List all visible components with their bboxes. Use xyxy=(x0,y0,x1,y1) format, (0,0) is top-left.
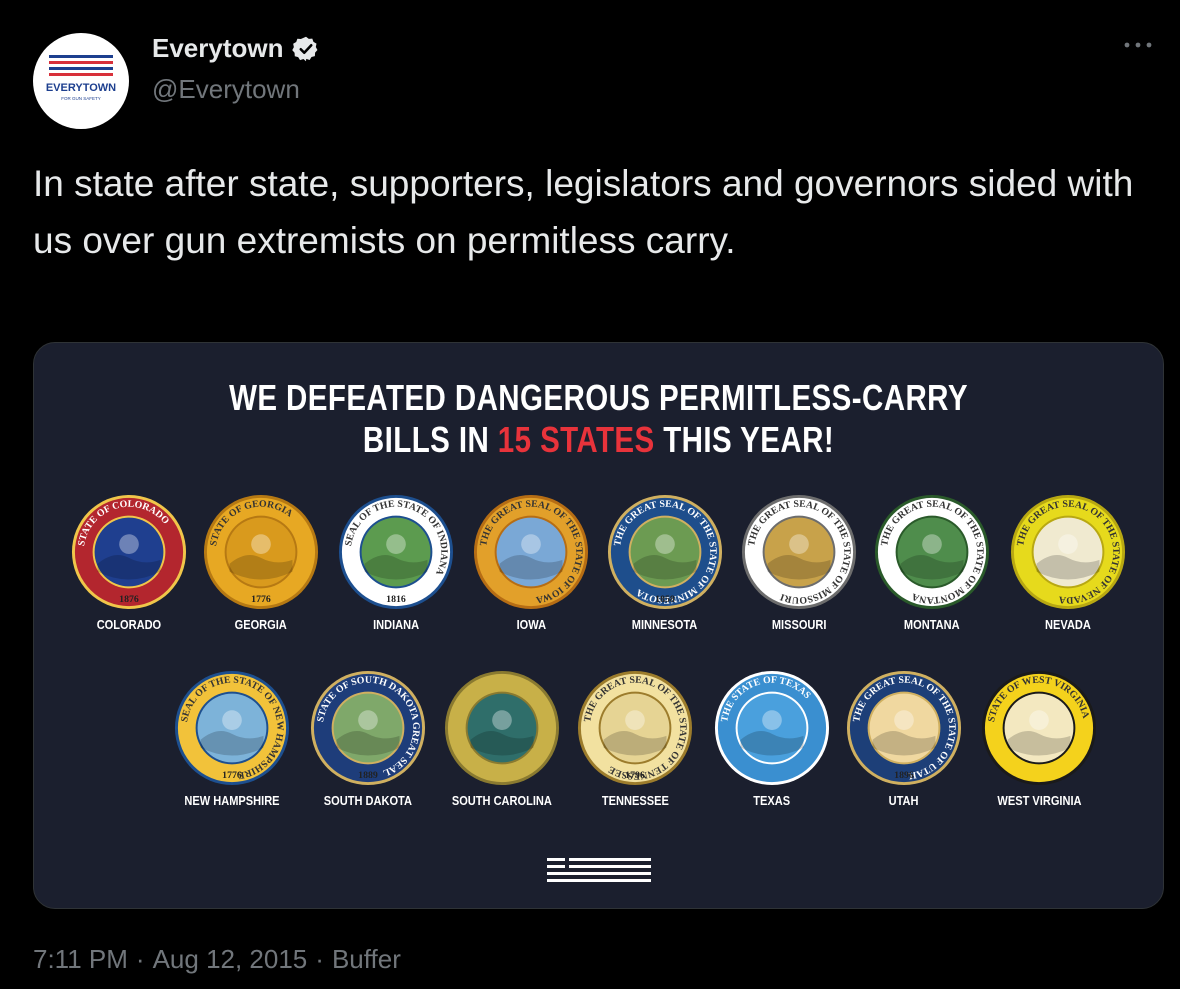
seal-icon: THE GREAT SEAL OF THE STATE OF NEVADA xyxy=(1010,494,1126,610)
seal-year: 1858 xyxy=(655,594,675,605)
seal-icon: STATE OF COLORADO1876 xyxy=(71,494,187,610)
author-handle[interactable]: @Everytown xyxy=(152,74,300,105)
seal-label: MISSOURI xyxy=(771,617,827,632)
seal-label: GEORGIA xyxy=(234,617,288,632)
more-options-icon xyxy=(1124,42,1152,48)
tweet-media-image[interactable]: WE DEFEATED DANGEROUS PERMITLESS-CARRY B… xyxy=(33,342,1164,909)
tweet-source[interactable]: Buffer xyxy=(332,944,401,975)
state-seal-tennessee: THE GREAT SEAL OF THE STATE OF TENNESSEE… xyxy=(575,669,695,808)
state-seal-south-dakota: STATE OF SOUTH DAKOTA GREAT SEAL 1889 SOUT… xyxy=(308,669,428,808)
seal-label: SOUTH CAROLINA xyxy=(451,793,553,808)
seal-label: COLORADO xyxy=(96,617,162,632)
seal-label: NEW HAMPSHIRE xyxy=(184,793,280,808)
seal-icon: THE STATE OF TEXAS xyxy=(714,670,830,786)
state-seal-utah: THE GREAT SEAL OF THE STATE OF UTAH 1896 U… xyxy=(844,669,964,808)
state-seal-georgia: STATE OF GEORGIA 1776 GEORGIA xyxy=(201,493,321,632)
seal-label: TENNESSEE xyxy=(601,793,669,808)
avatar-tagline: FOR GUN SAFETY xyxy=(61,96,101,101)
seal-icon: SEAL OF THE STATE OF NEW HAMPSHIRE1776 xyxy=(174,670,290,786)
everytown-logo: EVERYTOWN FOR GUN SAFETY xyxy=(46,55,116,101)
seal-year: 1889 xyxy=(358,770,378,781)
seal-icon: STATE OF GEORGIA1776 xyxy=(203,494,319,610)
seal-icon: THE GREAT SEAL OF THE STATE OF TENNESSEE… xyxy=(577,670,693,786)
media-headline-line2: BILLS IN 15 STATES THIS YEAR! xyxy=(136,419,1062,461)
verified-badge-icon xyxy=(291,36,317,61)
tweet-metadata: 7:11 PM · Aug 12, 2015 · Buffer xyxy=(33,944,401,975)
headline-prefix: BILLS IN xyxy=(362,419,498,460)
separator: · xyxy=(315,944,324,974)
state-seal-colorado: STATE OF COLORADO 1876 COLORADO xyxy=(69,493,189,632)
seal-label: MINNESOTA xyxy=(632,617,698,632)
state-seal-indiana: SEAL OF THE STATE OF INDIANA 1816 INDIANA xyxy=(336,493,456,632)
state-seal-iowa: THE GREAT SEAL OF THE STATE OF IOWA IOWA xyxy=(471,493,591,632)
seal-label: IOWA xyxy=(516,617,546,632)
seal-icon: THE GREAT SEAL OF THE STATE OF MONTANA xyxy=(874,494,990,610)
seal-icon: THE GREAT SEAL OF THE STATE OF IOWA xyxy=(473,494,589,610)
state-seal-south-carolina: SOUTH CAROLINA xyxy=(442,669,562,808)
author-name-label: Everytown xyxy=(152,33,284,63)
state-seal-missouri: THE GREAT SEAL OF THE STATE OF MISSOURI M… xyxy=(739,493,859,632)
media-headline-line1: WE DEFEATED DANGEROUS PERMITLESS-CARRY xyxy=(229,377,968,418)
seal-icon: SEAL OF THE STATE OF INDIANA1816 xyxy=(338,494,454,610)
state-seal-texas: THE STATE OF TEXAS TEXAS xyxy=(712,669,832,808)
seal-year: 1876 xyxy=(119,594,139,605)
seal-icon: THE GREAT SEAL OF THE STATE OF MISSOURI xyxy=(741,494,857,610)
avatar-wordmark: EVERYTOWN xyxy=(46,82,116,94)
headline-suffix: THIS YEAR! xyxy=(654,419,835,460)
tweet-date[interactable]: Aug 12, 2015 xyxy=(153,944,308,975)
seal-label: TEXAS xyxy=(753,793,791,808)
state-seal-west-virginia: STATE OF WEST VIRGINIA WEST VIRGINIA xyxy=(979,669,1099,808)
more-options-button[interactable] xyxy=(1118,30,1158,60)
seal-label: INDIANA xyxy=(372,617,420,632)
seal-label: MONTANA xyxy=(904,617,960,632)
avatar[interactable]: EVERYTOWN FOR GUN SAFETY xyxy=(33,33,129,129)
seal-icon: STATE OF WEST VIRGINIA xyxy=(981,670,1097,786)
state-seal-nevada: THE GREAT SEAL OF THE STATE OF NEVADA NEV… xyxy=(1008,493,1128,632)
seal-icon: THE GREAT SEAL OF THE STATE OF MINNESOTA… xyxy=(607,494,723,610)
seal-icon: THE GREAT SEAL OF THE STATE OF UTAH1896 xyxy=(846,670,962,786)
seal-year: 1776 xyxy=(222,770,242,781)
seal-label: SOUTH DAKOTA xyxy=(323,793,413,808)
seal-icon: STATE OF SOUTH DAKOTA GREAT SEAL1889 xyxy=(310,670,426,786)
seal-label: NEVADA xyxy=(1045,617,1091,632)
tweet-text: In state after state, supporters, legisl… xyxy=(33,163,1134,261)
headline-highlight: 15 STATES xyxy=(497,419,655,460)
state-seal-new-hampshire: SEAL OF THE STATE OF NEW HAMPSHIRE 1776 NE… xyxy=(172,669,292,808)
everytown-flag-logo-icon xyxy=(547,858,651,882)
seal-year: 1776 xyxy=(251,594,271,605)
seal-label: WEST VIRGINIA xyxy=(996,793,1082,808)
seal-year: 1796 xyxy=(625,770,645,781)
seal-icon xyxy=(444,670,560,786)
author-name[interactable]: Everytown xyxy=(152,33,320,64)
tweet-time[interactable]: 7:11 PM xyxy=(33,944,128,975)
state-seal-montana: THE GREAT SEAL OF THE STATE OF MONTANA MO… xyxy=(872,493,992,632)
state-seal-minnesota: THE GREAT SEAL OF THE STATE OF MINNESOTA… xyxy=(605,493,725,632)
seal-label: UTAH xyxy=(889,793,919,808)
separator: · xyxy=(135,944,145,974)
seal-year: 1816 xyxy=(386,594,406,605)
seal-year: 1896 xyxy=(894,770,914,781)
